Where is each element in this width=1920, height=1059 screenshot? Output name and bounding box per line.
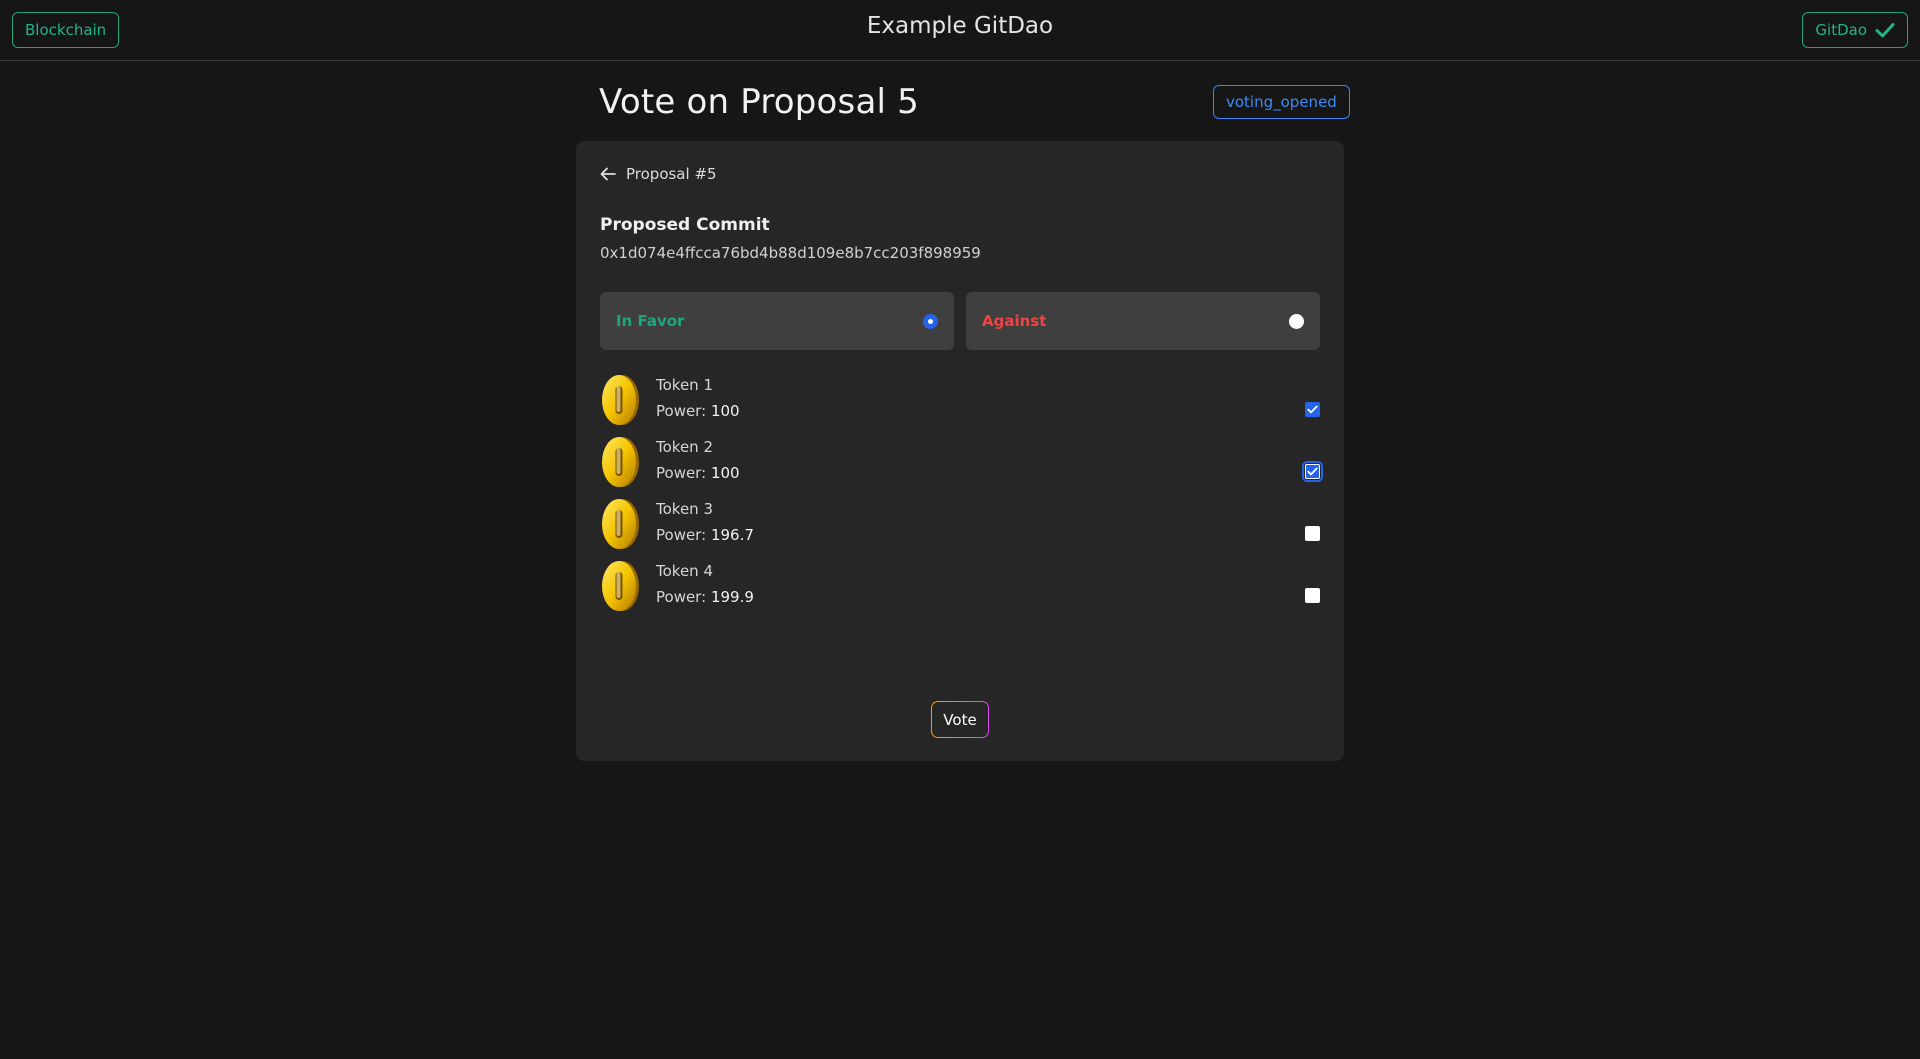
top-bar: Blockchain Example GitDao GitDao <box>0 0 1920 61</box>
token-name: Token 2 <box>656 438 713 456</box>
against-option[interactable]: Against <box>966 292 1320 350</box>
check-icon <box>1875 22 1895 38</box>
back-link[interactable]: Proposal #5 <box>600 165 717 183</box>
page-title: Vote on Proposal 5 <box>599 82 919 122</box>
token-checkbox[interactable] <box>1302 461 1323 482</box>
token-name: Token 1 <box>656 376 713 394</box>
power-label: Power: <box>656 464 707 482</box>
power-label: Power: <box>656 526 707 544</box>
token-row: Token 4 Power: 199.9 <box>600 560 1320 612</box>
token-row: Token 3 Power: 196.7 <box>600 498 1320 550</box>
coin-icon <box>600 374 640 426</box>
app-title: Example GitDao <box>866 13 1054 39</box>
status-badge: voting_opened <box>1213 85 1350 119</box>
token-name: Token 4 <box>656 562 713 580</box>
vote-card: Proposal #5 Proposed Commit 0x1d074e4ffc… <box>576 141 1344 761</box>
gitdao-button-label: GitDao <box>1815 21 1867 39</box>
token-row: Token 2 Power: 100 <box>600 436 1323 488</box>
token-row: Token 1 Power: 100 <box>600 374 1320 426</box>
vote-button[interactable]: Vote <box>931 701 989 738</box>
token-power: Power: 100 <box>656 464 740 482</box>
commit-hash: 0x1d074e4ffcca76bd4b88d109e8b7cc203f8989… <box>600 244 981 262</box>
token-power: Power: 196.7 <box>656 526 754 544</box>
arrow-left-icon <box>600 167 616 181</box>
token-checkbox[interactable] <box>1305 526 1320 541</box>
power-value: 100 <box>710 464 740 482</box>
power-label: Power: <box>656 588 707 606</box>
coin-icon <box>600 498 640 550</box>
coin-icon <box>600 436 640 488</box>
token-power: Power: 100 <box>656 402 740 420</box>
back-link-label: Proposal #5 <box>626 165 717 183</box>
power-value: 100 <box>710 402 740 420</box>
token-power: Power: 199.9 <box>656 588 754 606</box>
token-checkbox[interactable] <box>1305 588 1320 603</box>
against-radio[interactable] <box>1289 313 1304 329</box>
coin-icon <box>600 560 640 612</box>
power-value: 196.7 <box>710 526 754 544</box>
token-checkbox[interactable] <box>1305 402 1320 417</box>
gitdao-button[interactable]: GitDao <box>1802 12 1908 48</box>
in-favor-radio[interactable] <box>923 313 938 329</box>
power-value: 199.9 <box>710 588 754 606</box>
proposed-commit-label: Proposed Commit <box>600 215 770 235</box>
in-favor-label: In Favor <box>616 312 685 330</box>
in-favor-option[interactable]: In Favor <box>600 292 954 350</box>
against-label: Against <box>982 312 1047 330</box>
token-name: Token 3 <box>656 500 713 518</box>
power-label: Power: <box>656 402 707 420</box>
